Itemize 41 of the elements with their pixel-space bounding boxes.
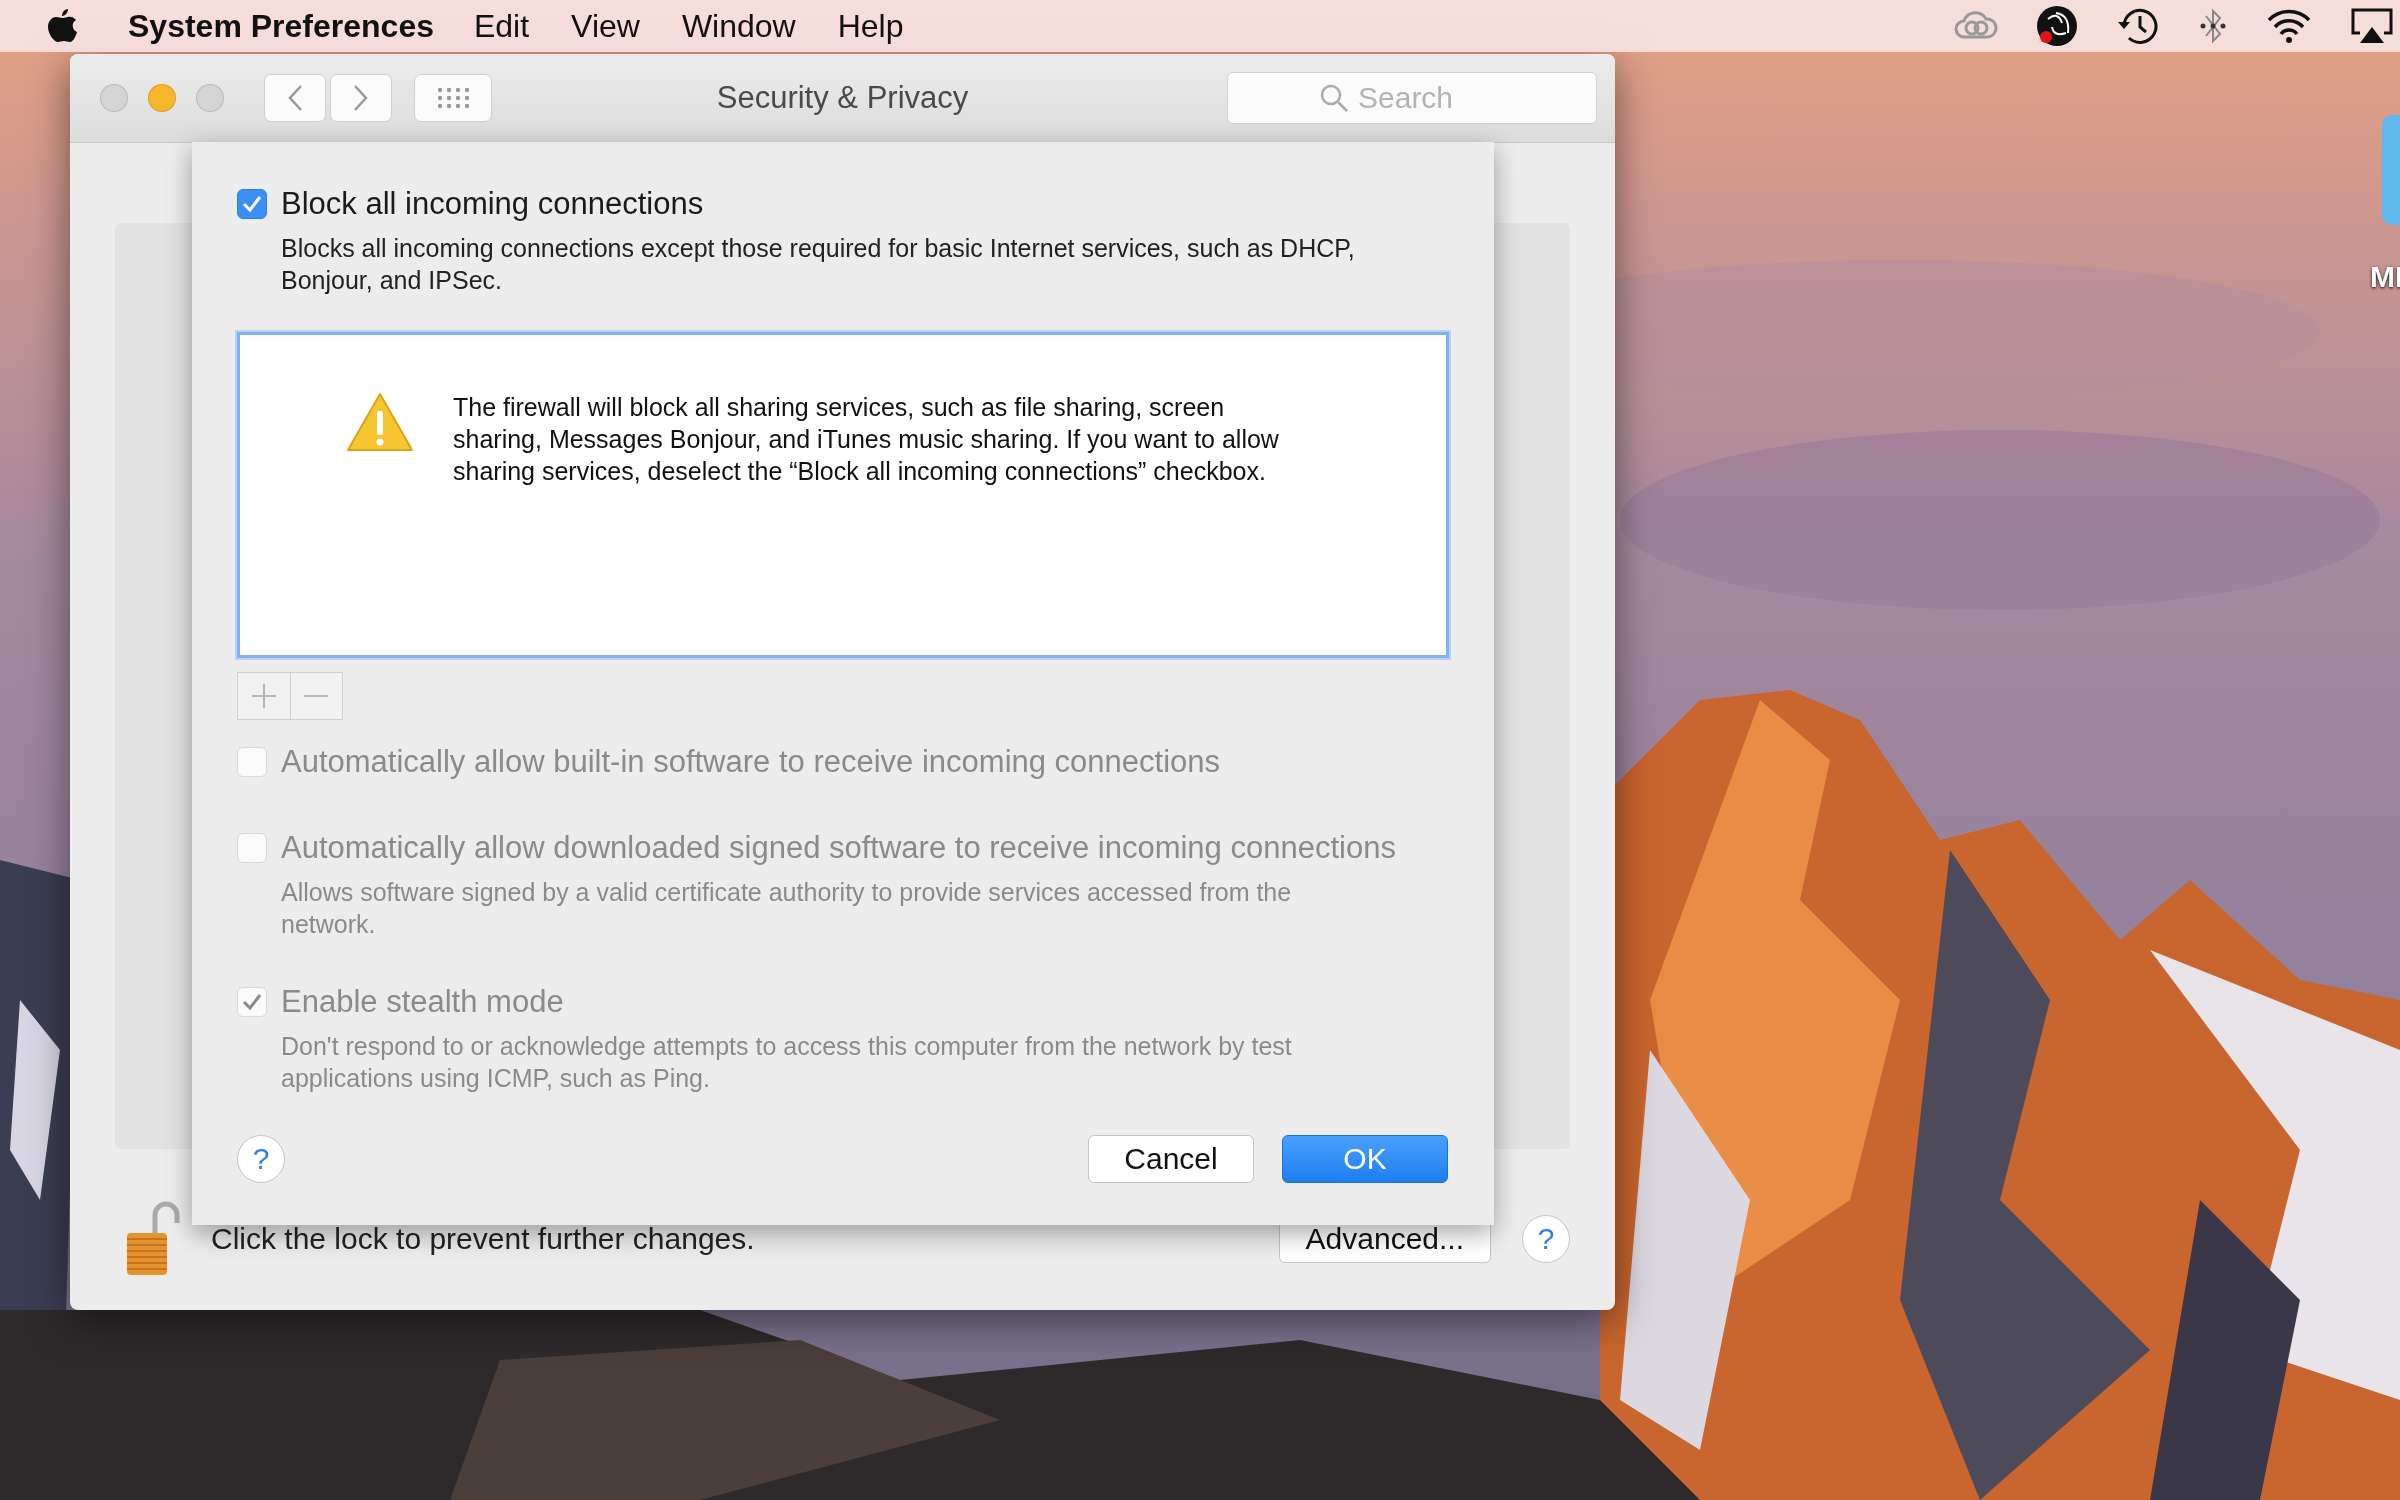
minus-icon: [303, 694, 330, 698]
minimize-icon[interactable]: [148, 84, 176, 112]
grid-icon: [436, 86, 470, 110]
checkbox[interactable]: [237, 189, 267, 219]
search-icon: [1319, 83, 1349, 113]
recording-icon[interactable]: [2036, 5, 2078, 47]
search-field[interactable]: Search: [1227, 72, 1597, 124]
warning-icon: [345, 391, 415, 453]
lock-status-text: Click the lock to prevent further changes.: [211, 1222, 755, 1256]
wifi-icon[interactable]: [2266, 8, 2312, 44]
padlock-icon[interactable]: [125, 1201, 181, 1277]
window-title: Security & Privacy: [716, 80, 969, 116]
clock-history-icon[interactable]: [2116, 6, 2160, 46]
apple-logo-icon[interactable]: [48, 9, 78, 43]
chevron-right-icon: [353, 84, 369, 112]
zoom-icon[interactable]: [196, 84, 224, 112]
app-list[interactable]: [237, 332, 1449, 658]
cloud-rings-icon[interactable]: [1954, 11, 1998, 41]
warning-message: The firewall will block all sharing services, such as file sharing, screen sharing, Messages Bonjour, and iTunes music sharing. If you want to allow sharing services, deselect the “Block all incoming connections” checkbox.: [453, 392, 1280, 487]
menu-item[interactable]: View: [571, 7, 640, 45]
close-icon[interactable]: [100, 84, 128, 112]
help-button[interactable]: ?: [237, 1135, 285, 1183]
show-all-button[interactable]: [414, 74, 492, 122]
forward-button[interactable]: [330, 74, 392, 122]
back-button[interactable]: [264, 74, 326, 122]
menu-item[interactable]: Help: [837, 7, 904, 45]
help-button[interactable]: ?: [1522, 1215, 1570, 1263]
chevron-left-icon: [287, 84, 303, 112]
option-description: Don't respond to or acknowledge attempts to access this computer from the network by test applications using ICMP, such as Ping.: [281, 1031, 1293, 1094]
cancel-button[interactable]: Cancel: [1088, 1135, 1254, 1183]
bluetooth-icon[interactable]: [2198, 6, 2228, 46]
checkmark-icon: [242, 993, 262, 1011]
option-description: Allows software signed by a valid certificate authority to provide services accessed from the network.: [281, 877, 1293, 940]
option-description: Blocks all incoming connections except those required for basic Internet services, such as DHCP, Bonjour, and IPSec.: [281, 233, 1356, 296]
menu-item[interactable]: Edit: [473, 7, 530, 45]
checkmark-icon: [242, 195, 262, 213]
checkbox-label[interactable]: Block all incoming connections: [281, 186, 704, 222]
menu-item[interactable]: Window: [681, 7, 796, 45]
app-menu[interactable]: System Preferences: [128, 7, 434, 45]
plus-icon: [250, 683, 277, 709]
airplay-icon[interactable]: [2350, 7, 2394, 45]
